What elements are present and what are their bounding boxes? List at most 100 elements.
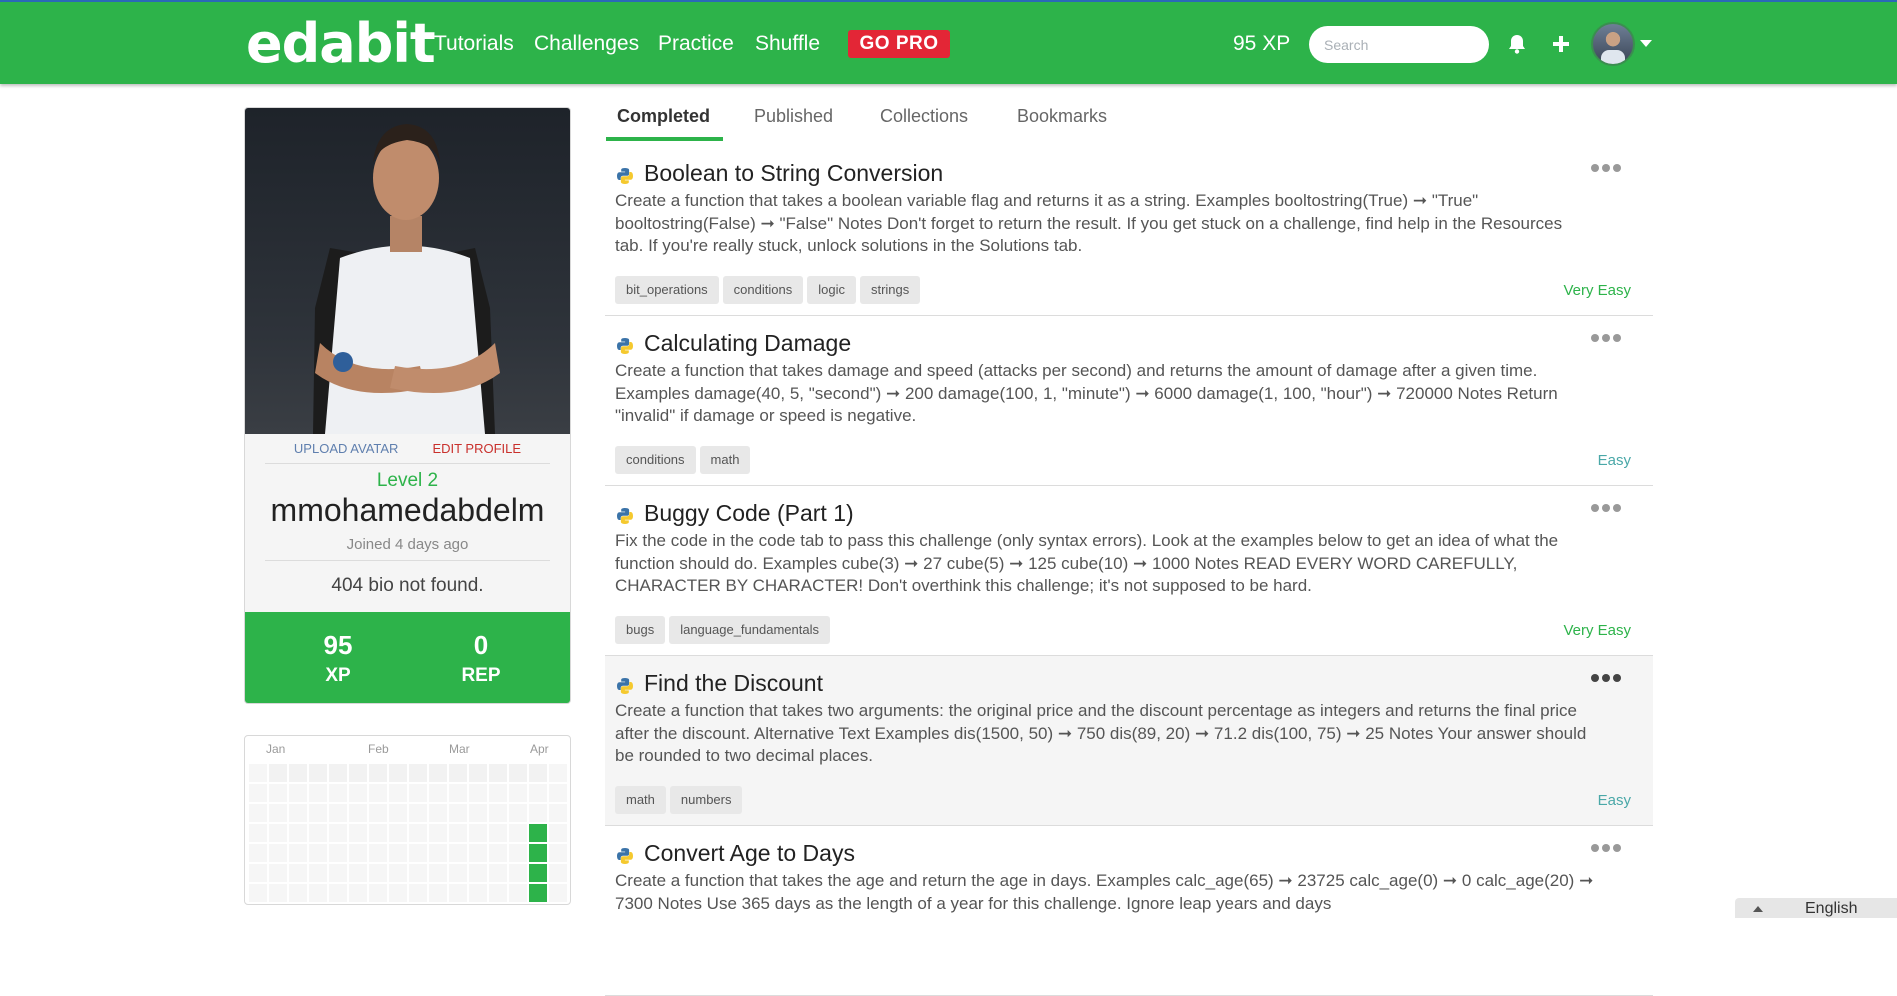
- heatmap-cell-active: [529, 844, 547, 862]
- edabit-logo[interactable]: edabit: [246, 12, 436, 75]
- challenge-title[interactable]: Calculating Damage: [644, 330, 851, 357]
- heatmap-cell: [409, 824, 427, 842]
- heatmap-cell: [489, 844, 507, 862]
- heatmap-cell: [289, 864, 307, 882]
- user-avatar[interactable]: [1591, 22, 1635, 66]
- heatmap-cell: [489, 884, 507, 902]
- challenge-description: Create a function that takes the age and…: [615, 871, 1594, 913]
- challenge-description: Fix the code in the code tab to pass thi…: [615, 531, 1559, 595]
- challenge-card[interactable]: Find the Discount Create a function that …: [605, 656, 1653, 826]
- python-icon: [617, 168, 633, 184]
- bell-icon[interactable]: [1503, 30, 1531, 58]
- upload-avatar-link[interactable]: UPLOAD AVATAR: [294, 441, 399, 456]
- heatmap-cell: [509, 764, 527, 782]
- heatmap-cell: [449, 784, 467, 802]
- heatmap-cell: [449, 824, 467, 842]
- plus-icon[interactable]: [1547, 30, 1575, 58]
- heatmap-cell: [469, 784, 487, 802]
- challenge-card[interactable]: Calculating Damage Create a function that…: [605, 316, 1653, 486]
- more-options-icon[interactable]: [1591, 672, 1621, 684]
- heatmap-cell: [289, 764, 307, 782]
- tag-chip[interactable]: language_fundamentals: [669, 616, 830, 644]
- tab-published[interactable]: Published: [754, 106, 833, 127]
- activity-heatmap: Jan Feb Mar Apr: [244, 735, 571, 905]
- nav-challenges[interactable]: Challenges: [534, 32, 639, 56]
- tag-chip[interactable]: strings: [859, 276, 921, 304]
- heatmap-cell: [429, 884, 447, 902]
- heatmap-cell: [329, 884, 347, 902]
- heatmap-cell: [309, 864, 327, 882]
- rep-value: 0: [473, 630, 489, 660]
- heatmap-cell: [429, 844, 447, 862]
- heatmap-cell: [449, 804, 467, 822]
- heatmap-cell: [429, 824, 447, 842]
- heatmap-cell: [249, 844, 267, 862]
- tag-chip[interactable]: math: [699, 446, 751, 474]
- nav-tutorials[interactable]: Tutorials: [434, 32, 514, 56]
- heatmap-cell: [449, 764, 467, 782]
- heatmap-cell: [429, 784, 447, 802]
- tab-bookmarks[interactable]: Bookmarks: [1017, 106, 1107, 127]
- heatmap-cell: [329, 764, 347, 782]
- more-options-icon[interactable]: [1591, 842, 1621, 854]
- tag-chip[interactable]: conditions: [722, 276, 804, 304]
- heatmap-cell: [469, 884, 487, 902]
- tag-chip[interactable]: bit_operations: [615, 276, 719, 304]
- heatmap-cell: [409, 804, 427, 822]
- tag-chip[interactable]: conditions: [615, 446, 696, 474]
- tab-collections[interactable]: Collections: [880, 106, 968, 127]
- xp-value: 95: [323, 630, 353, 660]
- difficulty-label: Easy: [1597, 452, 1631, 469]
- heatmap-cell: [449, 864, 467, 882]
- heatmap-cell: [349, 844, 367, 862]
- xp-stat: 95 XP: [278, 630, 398, 687]
- tag-list: bugs language_fundamentals: [615, 616, 830, 644]
- nav-shuffle[interactable]: Shuffle: [755, 32, 820, 56]
- profile-photo: [245, 108, 570, 434]
- more-options-icon[interactable]: [1591, 162, 1621, 174]
- heatmap-cell: [369, 884, 387, 902]
- caret-down-icon[interactable]: [1640, 40, 1652, 47]
- tag-chip[interactable]: math: [615, 786, 666, 814]
- challenge-title[interactable]: Buggy Code (Part 1): [644, 500, 854, 527]
- heatmap-cell: [309, 784, 327, 802]
- caret-up-icon: [1753, 906, 1763, 912]
- heatmap-cell: [349, 784, 367, 802]
- go-pro-button[interactable]: GO PRO: [848, 30, 950, 58]
- user-bio: 404 bio not found.: [331, 575, 484, 596]
- heatmap-cell: [289, 824, 307, 842]
- edit-profile-link[interactable]: EDIT PROFILE: [432, 441, 521, 456]
- tag-chip[interactable]: bugs: [615, 616, 666, 644]
- month-label: Jan: [266, 742, 286, 756]
- heatmap-cell: [269, 864, 287, 882]
- challenge-card[interactable]: Boolean to String Conversion Create a fun…: [605, 146, 1653, 316]
- search-input[interactable]: [1309, 26, 1489, 63]
- heatmap-cell-active: [529, 864, 547, 882]
- heatmap-cell: [549, 884, 567, 902]
- nav-practice[interactable]: Practice: [658, 32, 734, 56]
- challenge-card[interactable]: Buggy Code (Part 1) Fix the code in the c…: [605, 486, 1653, 656]
- heatmap-cell: [269, 844, 287, 862]
- challenge-card[interactable]: Convert Age to Days Create a function tha…: [605, 826, 1653, 996]
- divider: [265, 463, 550, 464]
- heatmap-cell: [489, 784, 507, 802]
- challenge-title[interactable]: Convert Age to Days: [644, 840, 855, 867]
- heatmap-cell: [349, 864, 367, 882]
- challenge-title[interactable]: Boolean to String Conversion: [644, 160, 943, 187]
- heatmap-cell: [489, 864, 507, 882]
- tab-completed[interactable]: Completed: [617, 106, 710, 127]
- username: mmohamedabdelm: [270, 492, 545, 528]
- more-options-icon[interactable]: [1591, 502, 1621, 514]
- language-selector[interactable]: English: [1735, 898, 1897, 918]
- heatmap-cell: [349, 764, 367, 782]
- tag-chip[interactable]: numbers: [669, 786, 743, 814]
- more-options-icon[interactable]: [1591, 332, 1621, 344]
- tag-chip[interactable]: logic: [807, 276, 856, 304]
- heatmap-cell: [409, 784, 427, 802]
- heatmap-cell: [549, 864, 567, 882]
- heatmap-cell: [309, 824, 327, 842]
- joined-date: Joined 4 days ago: [346, 536, 469, 553]
- heatmap-cell: [389, 844, 407, 862]
- challenge-title[interactable]: Find the Discount: [644, 670, 823, 697]
- heatmap-cell: [469, 824, 487, 842]
